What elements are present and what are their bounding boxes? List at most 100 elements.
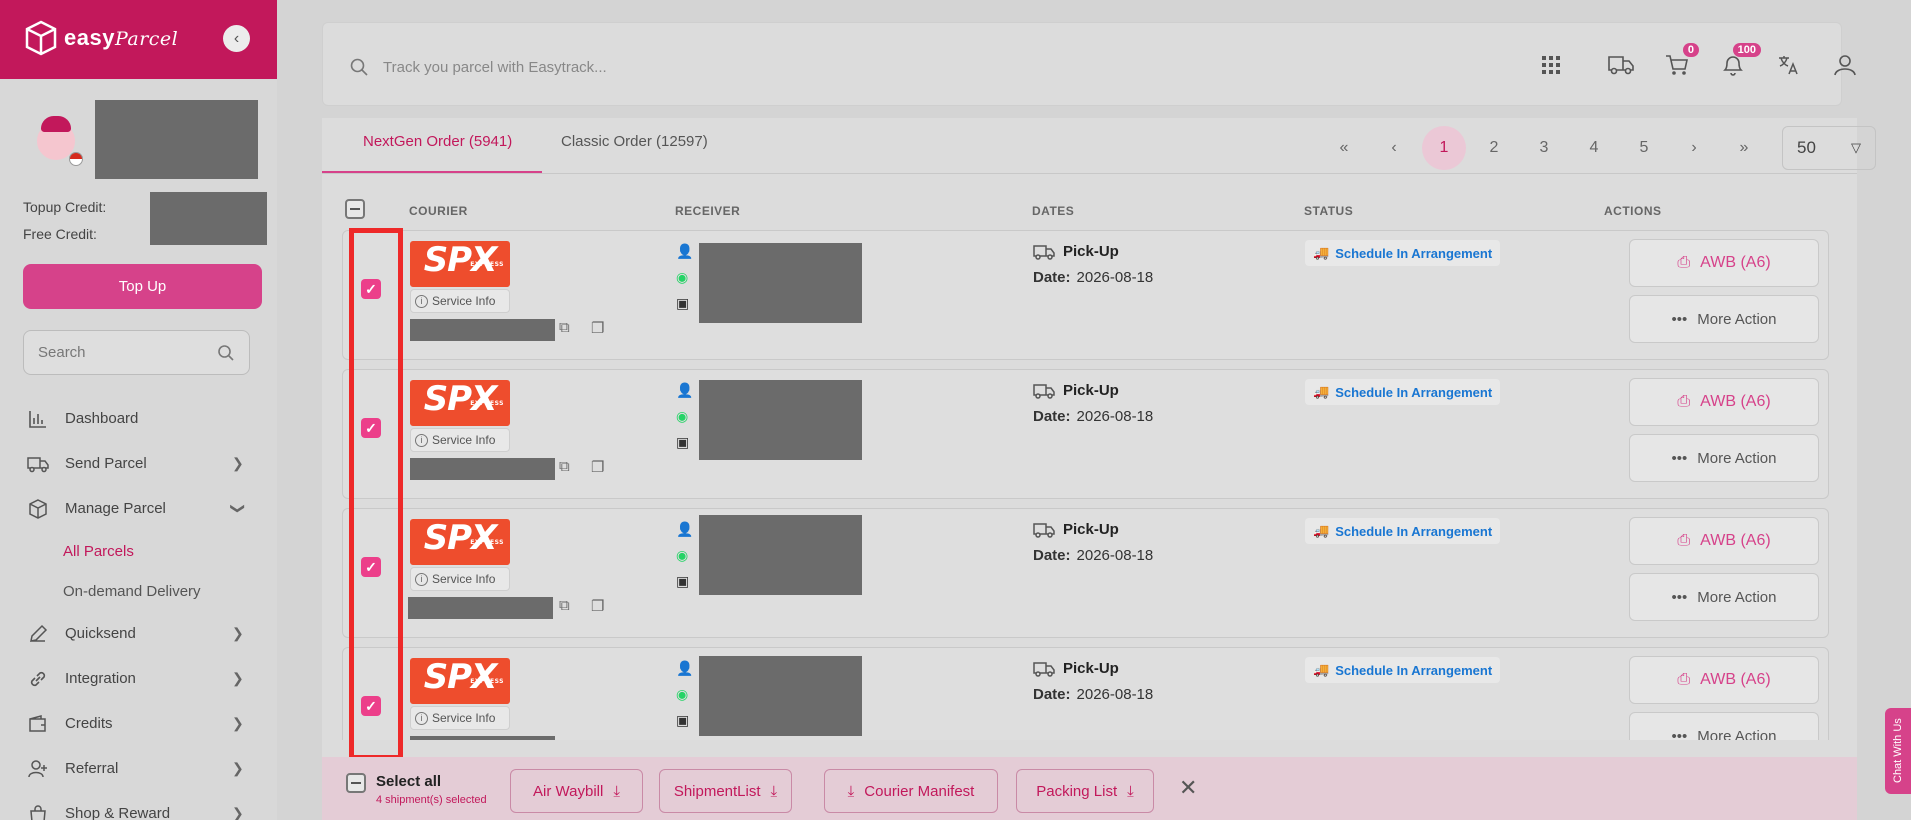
print-awb-button[interactable]: ⎙ AWB (A6) xyxy=(1629,239,1819,287)
copy-icon[interactable]: ❐ xyxy=(591,597,604,615)
selected-count: 4 shipment(s) selected xyxy=(376,794,487,806)
sidebar-item-send-parcel[interactable]: Send Parcel ❯ xyxy=(0,441,277,486)
more-action-button[interactable]: ••• More Action xyxy=(1629,295,1819,343)
external-link-icon[interactable]: ⧉ xyxy=(559,458,570,475)
info-icon: i xyxy=(415,433,428,447)
pickup-label: Pick-Up xyxy=(1033,243,1119,260)
sidebar-item-all-parcels[interactable]: All Parcels xyxy=(0,531,277,571)
redacted-receiver xyxy=(699,515,862,595)
avatar[interactable] xyxy=(31,116,83,171)
print-awb-button[interactable]: ⎙ AWB (A6) xyxy=(1629,517,1819,565)
brand-script: Parcel xyxy=(114,28,179,50)
service-info-button[interactable]: i Service Info xyxy=(410,706,510,730)
service-info-button[interactable]: i Service Info xyxy=(410,567,510,591)
profile-button[interactable] xyxy=(1827,45,1863,85)
truck-icon: 🚚 xyxy=(1313,384,1330,399)
sidebar-item-manage-parcel[interactable]: Manage Parcel ❯ xyxy=(0,486,277,531)
close-icon[interactable]: ✕ xyxy=(1179,775,1197,801)
spx-courier-logo: SPX EXPRESS xyxy=(410,519,510,565)
select-all-checkbox[interactable] xyxy=(346,773,366,793)
easytrack-search-input[interactable]: Track you parcel with Easytrack... xyxy=(349,49,1559,85)
sidebar-item-shop-reward[interactable]: Shop & Reward ❯ xyxy=(0,791,277,820)
page-4-button[interactable]: 4 xyxy=(1572,126,1616,170)
whatsapp-icon: ◉ xyxy=(676,269,689,285)
chart-icon xyxy=(27,408,49,430)
service-info-button[interactable]: i Service Info xyxy=(410,428,510,452)
truck-icon xyxy=(27,453,49,475)
brand-header: easyParcel ‹ xyxy=(0,0,277,79)
table-header: COURIER RECEIVER DATES STATUS ACTIONS xyxy=(342,194,1822,228)
packing-list-button[interactable]: Packing List ⤓ xyxy=(1016,769,1154,813)
whatsapp-icon: ◉ xyxy=(676,408,689,424)
select-all-label[interactable]: Select all xyxy=(376,773,441,790)
sidebar-item-on-demand-delivery[interactable]: On-demand Delivery xyxy=(0,571,277,611)
truck-icon xyxy=(1033,383,1055,399)
top-up-button[interactable]: Top Up xyxy=(23,264,262,309)
air-waybill-button[interactable]: Air Waybill ⤓ xyxy=(510,769,643,813)
collapse-sidebar-button[interactable]: ‹ xyxy=(223,25,250,52)
next-page-button[interactable]: › xyxy=(1672,126,1716,170)
notifications-button[interactable]: 100 xyxy=(1715,43,1761,85)
pickup-date: Date: 2026-08-18 xyxy=(1033,408,1154,425)
copy-icon[interactable]: ❐ xyxy=(591,458,604,476)
whatsapp-icon: ◉ xyxy=(676,686,689,702)
ellipsis-icon: ••• xyxy=(1671,588,1688,606)
cart-button[interactable]: 0 xyxy=(1659,43,1699,85)
sidebar-item-referral[interactable]: Referral ❯ xyxy=(0,746,277,791)
header-select-checkbox[interactable] xyxy=(345,199,365,219)
shipment-button[interactable] xyxy=(1603,45,1639,85)
external-link-icon[interactable]: ⧉ xyxy=(559,597,570,614)
tab-classic-order[interactable]: Classic Order (12597) xyxy=(561,133,708,150)
sidebar-item-dashboard[interactable]: Dashboard xyxy=(0,396,277,441)
person-icon: 👤 xyxy=(676,243,694,259)
chevron-down-icon: ❯ xyxy=(230,502,247,515)
brand-name: easy xyxy=(64,25,115,50)
cube-logo-icon xyxy=(25,20,57,56)
printer-icon: ⎙ xyxy=(1677,532,1691,549)
page-1-button[interactable]: 1 xyxy=(1422,126,1466,170)
chevron-down-icon: ▽ xyxy=(1851,140,1861,155)
redacted-receiver xyxy=(699,380,862,460)
link-icon xyxy=(27,668,49,690)
tab-nextgen-order[interactable]: NextGen Order (5941) xyxy=(363,133,512,150)
grid-icon xyxy=(1542,56,1560,74)
last-page-button[interactable]: » xyxy=(1722,126,1766,170)
sidebar-item-quicksend[interactable]: Quicksend ❯ xyxy=(0,611,277,656)
page-3-button[interactable]: 3 xyxy=(1522,126,1566,170)
redacted-credit-values xyxy=(150,192,267,245)
more-action-button[interactable]: ••• More Action xyxy=(1629,434,1819,482)
sidebar-item-integration[interactable]: Integration ❯ xyxy=(0,656,277,701)
pen-icon xyxy=(27,623,49,645)
wallet-icon xyxy=(27,713,49,735)
more-action-button[interactable]: ••• More Action xyxy=(1629,573,1819,621)
search-icon xyxy=(350,58,368,76)
more-action-button[interactable]: ••• More Action xyxy=(1629,712,1819,740)
prev-page-button[interactable]: ‹ xyxy=(1372,126,1416,170)
copy-icon[interactable]: ❐ xyxy=(591,319,604,337)
chat-with-us-button[interactable]: Chat With Us xyxy=(1885,708,1911,794)
external-link-icon[interactable]: ⧉ xyxy=(559,319,570,336)
top-bar: Track you parcel with Easytrack... 0 100 xyxy=(322,22,1856,106)
service-info-button[interactable]: i Service Info xyxy=(410,289,510,313)
sidebar-item-credits[interactable]: Credits ❯ xyxy=(0,701,277,746)
sidebar-search-input[interactable]: Search xyxy=(23,330,250,375)
first-page-button[interactable]: « xyxy=(1322,126,1366,170)
checkbox-highlight-box xyxy=(349,228,403,760)
language-button[interactable] xyxy=(1771,45,1807,85)
active-tab-underline xyxy=(322,171,542,173)
print-awb-button[interactable]: ⎙ AWB (A6) xyxy=(1629,656,1819,704)
ellipsis-icon: ••• xyxy=(1671,449,1688,467)
shipment-list-button[interactable]: ShipmentList ⤓ xyxy=(659,769,792,813)
per-page-select[interactable]: 50 ▽ xyxy=(1782,126,1876,170)
malaysia-flag-icon: ▣ xyxy=(676,295,690,311)
bulk-action-bar: Select all 4 shipment(s) selected Air Wa… xyxy=(322,757,1857,820)
sidebar: easyParcel ‹ Topup Credit: Free Credit: … xyxy=(0,0,277,820)
print-awb-button[interactable]: ⎙ AWB (A6) xyxy=(1629,378,1819,426)
truck-icon xyxy=(1033,661,1055,677)
page-2-button[interactable]: 2 xyxy=(1472,126,1516,170)
chevron-left-icon: ‹ xyxy=(233,29,240,47)
easyparcel-logo[interactable]: easyParcel xyxy=(24,20,178,56)
courier-manifest-button[interactable]: ⤓ Courier Manifest xyxy=(824,769,998,813)
page-5-button[interactable]: 5 xyxy=(1622,126,1666,170)
apps-grid-button[interactable] xyxy=(1533,45,1569,85)
